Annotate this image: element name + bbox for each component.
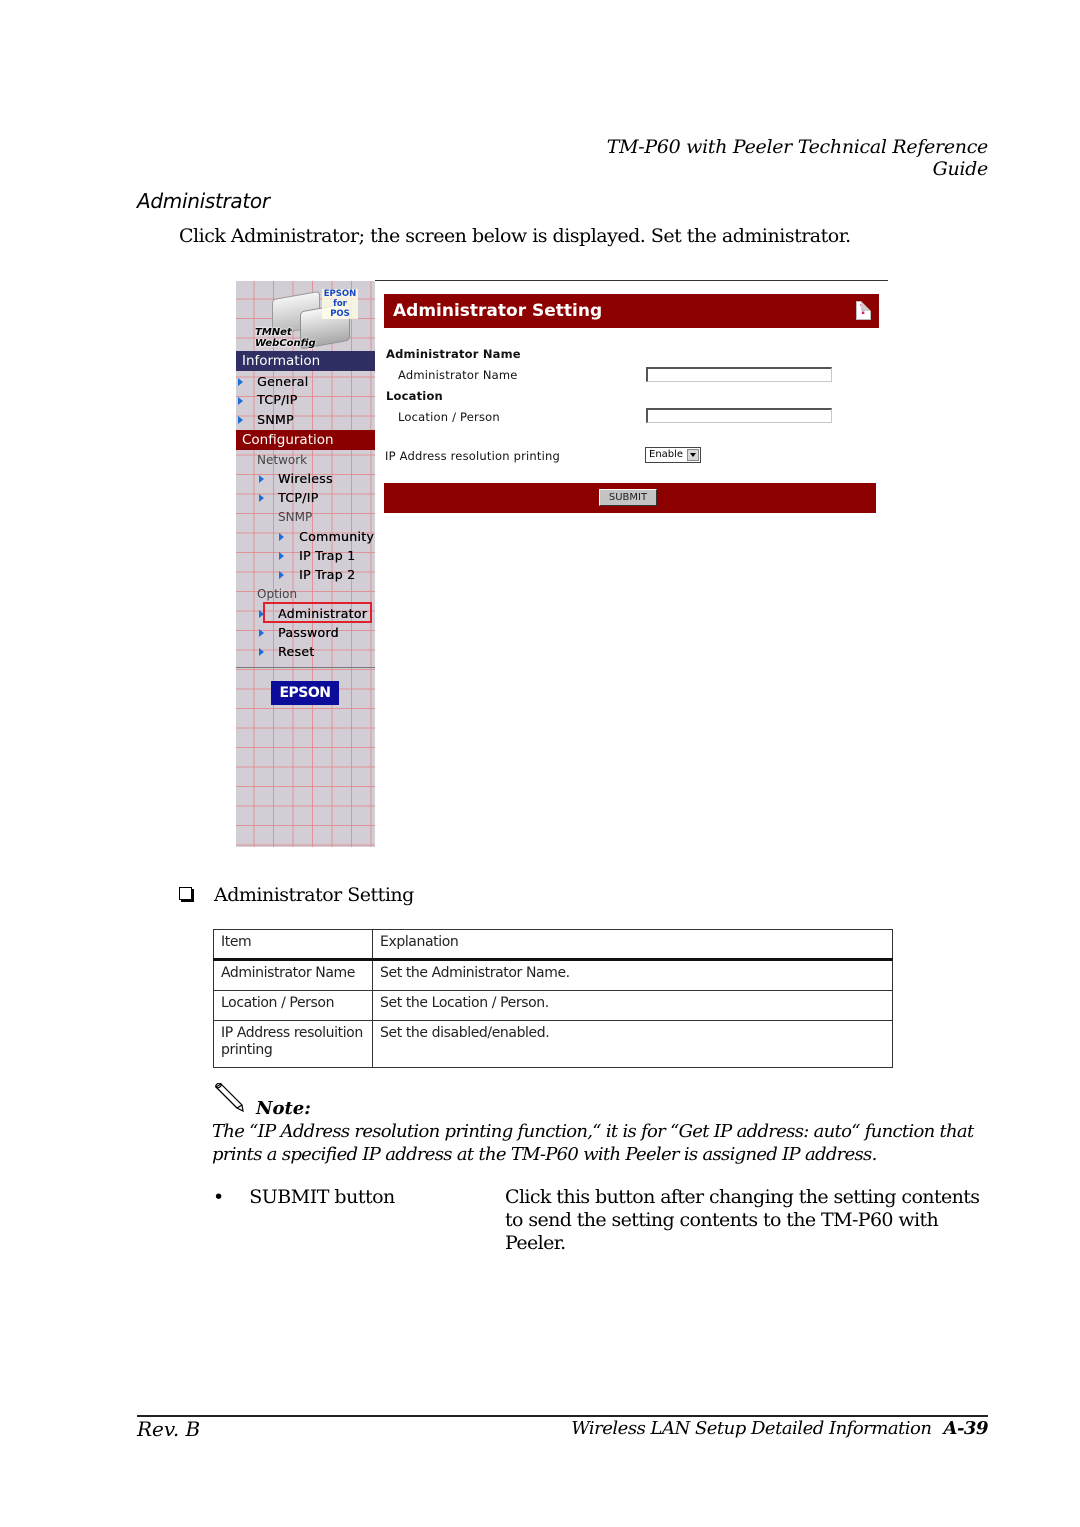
bullet-term: SUBMIT button (249, 1186, 395, 1208)
logo-text: TMNet (255, 327, 292, 338)
ip-resolution-select[interactable]: Enable (645, 447, 701, 463)
subheading: Administrator Setting (179, 884, 414, 906)
ip-resolution-selected-value: Enable (649, 449, 684, 460)
nav-item-general[interactable]: General (257, 374, 308, 390)
bullet-dot: • (213, 1186, 224, 1208)
submit-bar: SUBMIT (384, 483, 876, 513)
nav-arrow-icon (238, 378, 243, 386)
badge-text: for (333, 299, 347, 309)
nav-arrow-icon (259, 475, 264, 483)
nav-arrow-icon (279, 552, 284, 560)
nav-item-ip-trap-1[interactable]: IP Trap 1 (299, 548, 355, 564)
nav-arrow-icon (259, 494, 264, 502)
page-number: A-39 (943, 1418, 989, 1439)
nav-divider (236, 667, 375, 668)
footer-section: Wireless LAN Setup Detailed Information A… (560, 1418, 988, 1439)
nav-header-information: Information (236, 351, 375, 371)
footer-section-title: Wireless LAN Setup Detailed Information (571, 1418, 932, 1439)
checkbox-bullet-icon (179, 887, 192, 900)
table-header-row: Item Explanation (213, 929, 893, 961)
table-cell: Set the Location / Person. (372, 990, 893, 1021)
bullet-item: • SUBMIT button (213, 1186, 395, 1208)
table-cell: Location / Person (213, 990, 373, 1021)
chevron-down-icon[interactable] (687, 449, 699, 461)
nav-item-config-tcpip[interactable]: TCP/IP (278, 490, 318, 506)
nav-arrow-icon (279, 571, 284, 579)
section-title: Administrator (137, 189, 270, 213)
subheading-text: Administrator Setting (214, 884, 414, 906)
location-person-input[interactable] (646, 408, 832, 423)
nav-item-wireless[interactable]: Wireless (278, 471, 333, 487)
location-section-label: Location (386, 389, 443, 403)
nav-arrow-icon (259, 629, 264, 637)
tmnet-webconfig-logo: EPSON for POS TMNet WebConfig (250, 287, 358, 351)
table-row: Administrator Name Set the Administrator… (213, 959, 893, 991)
table-cell: IP Address resoluition printing (213, 1020, 373, 1068)
settings-table: Item Explanation Administrator Name Set … (213, 929, 893, 1068)
epson-for-pos-badge: EPSON for POS (322, 289, 358, 319)
nav-item-password[interactable]: Password (278, 625, 339, 641)
note-text: The “IP Address resolution printing func… (212, 1121, 974, 1165)
badge-text: POS (330, 309, 350, 319)
nav-arrow-icon (238, 397, 243, 405)
location-person-label: Location / Person (398, 410, 500, 424)
panel-title-bar: Administrator Setting ? (384, 294, 879, 328)
nav-arrow-icon (238, 416, 243, 424)
nav-arrow-icon (279, 533, 284, 541)
nav-group-network: Network (257, 453, 308, 467)
table-cell: Set the disabled/enabled. (372, 1020, 893, 1068)
screenshot-top-border (375, 280, 888, 281)
nav-item-info-snmp[interactable]: SNMP (257, 412, 294, 428)
running-header: TM-P60 with Peeler Technical Reference G… (606, 136, 989, 180)
admin-name-input[interactable] (646, 367, 832, 382)
table-cell: Set the Administrator Name. (372, 959, 893, 991)
nav-arrow-icon (259, 648, 264, 656)
footer-rule (137, 1415, 988, 1417)
nav-group-snmp: SNMP (278, 510, 313, 524)
table-row: IP Address resoluition printing Set the … (213, 1020, 893, 1068)
table-row: Location / Person Set the Location / Per… (213, 990, 893, 1021)
nav-item-community[interactable]: Community (299, 529, 374, 545)
table-cell: Administrator Name (213, 959, 373, 991)
selected-item-highlight (263, 602, 372, 623)
table-header-cell: Item (213, 929, 373, 961)
ip-resolution-label: IP Address resolution printing (385, 449, 560, 463)
admin-name-label: Administrator Name (398, 368, 518, 382)
table-header-cell: Explanation (372, 929, 893, 961)
panel-title: Administrator Setting (393, 301, 603, 321)
nav-item-ip-trap-2[interactable]: IP Trap 2 (299, 567, 355, 583)
nav-group-option: Option (257, 587, 298, 601)
webconfig-sidebar: EPSON for POS TMNet WebConfig Informatio… (236, 281, 375, 847)
submit-button[interactable]: SUBMIT (599, 489, 657, 506)
help-icon[interactable]: ? (856, 301, 871, 320)
badge-text: EPSON (323, 289, 357, 299)
nav-item-reset[interactable]: Reset (278, 644, 314, 660)
note-label: Note: (256, 1098, 311, 1119)
footer-revision: Rev. B (137, 1417, 201, 1441)
admin-name-section-label: Administrator Name (386, 347, 521, 361)
logo-text: WebConfig (255, 338, 316, 349)
nav-item-info-tcpip[interactable]: TCP/IP (257, 392, 297, 408)
intro-paragraph: Click Administrator; the screen below is… (179, 225, 851, 247)
nav-header-configuration: Configuration (236, 430, 375, 450)
tmnet-logo-text: TMNet WebConfig (255, 327, 316, 349)
pencil-icon (215, 1083, 244, 1113)
bullet-description: Click this button after changing the set… (505, 1186, 980, 1254)
epson-link-button[interactable]: EPSON (271, 681, 339, 705)
